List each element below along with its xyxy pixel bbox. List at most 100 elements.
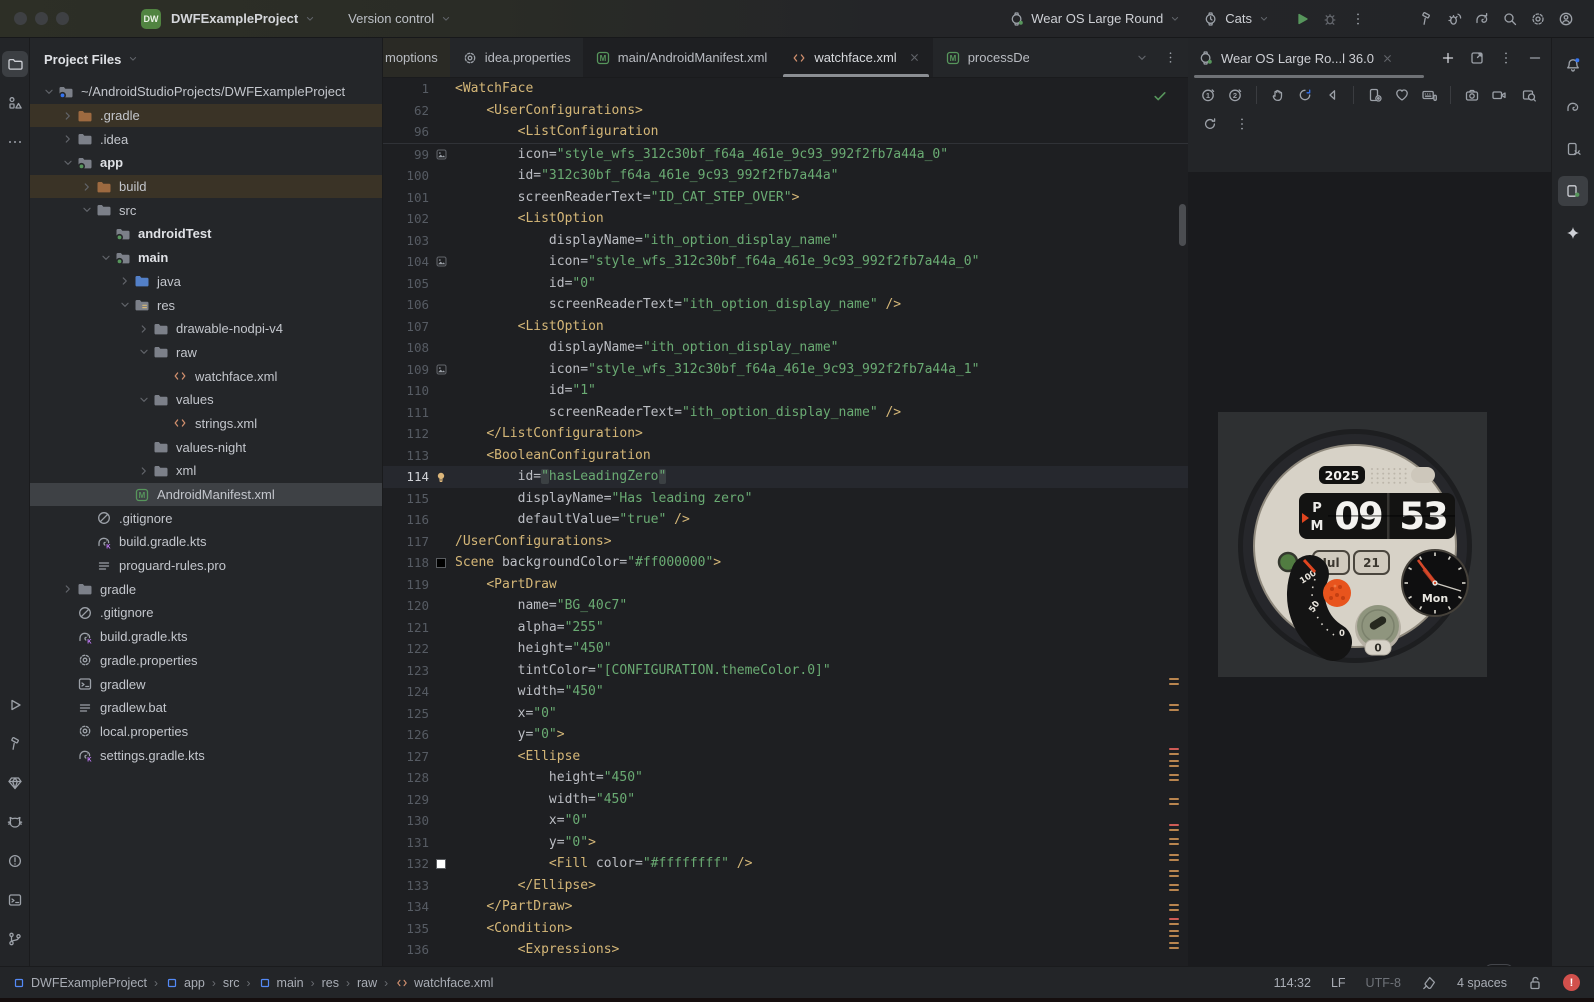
- stripe-mark[interactable]: [1169, 918, 1179, 927]
- breadcrumb-src[interactable]: src: [223, 976, 240, 990]
- device-action-heart[interactable]: [1394, 87, 1410, 103]
- tool-button-run[interactable]: [2, 692, 28, 718]
- tool-button-running-devices[interactable]: [1558, 176, 1588, 206]
- panel-menu-button[interactable]: [1498, 50, 1514, 66]
- device-action-rotate[interactable]: [1297, 87, 1313, 103]
- tool-button-build[interactable]: [2, 731, 28, 757]
- device-action-keyboard[interactable]: [1421, 87, 1437, 103]
- code-line-117[interactable]: 117 /UserConfigurations>: [383, 531, 1188, 553]
- code-line-107[interactable]: 107 <ListOption: [383, 316, 1188, 338]
- code-line-62[interactable]: 62 <UserConfigurations>: [383, 100, 1188, 122]
- stripe-mark[interactable]: [1169, 838, 1179, 847]
- device-action-video[interactable]: [1491, 87, 1507, 103]
- code-line-123[interactable]: 123 tintColor="[CONFIGURATION.themeColor…: [383, 660, 1188, 682]
- caret-position[interactable]: 114:32: [1274, 976, 1311, 990]
- code-line-125[interactable]: 125 x="0": [383, 703, 1188, 725]
- stripe-mark[interactable]: [1169, 760, 1179, 769]
- maximize-window-button[interactable]: [56, 12, 69, 25]
- breadcrumb-watchface.xml[interactable]: watchface.xml: [395, 976, 493, 990]
- tree-item-gradlew[interactable]: gradlew: [30, 672, 382, 696]
- code-line-109[interactable]: 109 icon="style_wfs_312c30bf_f64a_461e_9…: [383, 359, 1188, 381]
- code-line-113[interactable]: 113 <BooleanConfiguration: [383, 445, 1188, 467]
- device-action-restart[interactable]: [1202, 116, 1218, 132]
- tool-button-vcs-branch[interactable]: [2, 926, 28, 952]
- device-action-back[interactable]: [1324, 87, 1340, 103]
- vcs-widget[interactable]: Version control: [348, 11, 452, 26]
- stripe-mark[interactable]: [1169, 904, 1179, 913]
- code-line-116[interactable]: 116 defaultValue="true" />: [383, 509, 1188, 531]
- breadcrumb-res[interactable]: res: [322, 976, 339, 990]
- breadcrumb-DWFExampleProject[interactable]: DWFExampleProject: [12, 976, 147, 990]
- tool-button-device-manager[interactable]: [1558, 134, 1588, 164]
- tool-button-problems[interactable]: [2, 848, 28, 874]
- highlighting-level-icon[interactable]: [1421, 975, 1437, 991]
- tree-item-app[interactable]: app: [30, 151, 382, 175]
- code-line-115[interactable]: 115 displayName="Has leading zero": [383, 488, 1188, 510]
- tree-item-build[interactable]: build: [30, 174, 382, 199]
- breadcrumb-main[interactable]: main: [258, 976, 304, 990]
- device-action-device-settings[interactable]: [1367, 87, 1383, 103]
- code-line-126[interactable]: 126 y="0">: [383, 724, 1188, 746]
- tree-item-local.properties[interactable]: local.properties: [30, 720, 382, 744]
- minimize-window-button[interactable]: [35, 12, 48, 25]
- device-action-kebab[interactable]: [1234, 116, 1250, 132]
- code-line-96[interactable]: 96 <ListConfiguration: [383, 121, 1188, 143]
- run-button[interactable]: [1288, 5, 1316, 33]
- editor-tab-idea.properties[interactable]: idea.properties: [450, 38, 583, 77]
- inspections-ok-icon[interactable]: [1152, 88, 1168, 104]
- run-config-selector[interactable]: Cats: [1203, 11, 1270, 27]
- close-device-tab-icon[interactable]: [1381, 52, 1394, 65]
- tree-item-watchface.xml[interactable]: watchface.xml: [30, 364, 382, 388]
- code-line-1[interactable]: 1 <WatchFace: [383, 78, 1188, 100]
- tool-button-project-folder[interactable]: [1, 51, 28, 77]
- device-action-button2[interactable]: 2: [1227, 87, 1243, 103]
- tool-button-gem[interactable]: [2, 770, 28, 796]
- tree-item-xml[interactable]: xml: [30, 459, 382, 483]
- debug-button[interactable]: [1316, 5, 1344, 33]
- code-line-106[interactable]: 106 screenReaderText="ith_option_display…: [383, 294, 1188, 316]
- tool-button-shapes[interactable]: [2, 90, 28, 116]
- hide-panel-button[interactable]: [1527, 50, 1543, 66]
- editor-tab-main-AndroidManifest.xml[interactable]: Mmain/AndroidManifest.xml: [582, 38, 780, 77]
- code-line-102[interactable]: 102 <ListOption: [383, 208, 1188, 230]
- code-line-118[interactable]: 118 Scene backgroundColor="#ff000000">: [383, 552, 1188, 574]
- profiler-button[interactable]: [1440, 5, 1468, 33]
- tool-button-terminal[interactable]: [2, 887, 28, 913]
- tree-item-settings.gradle.kts[interactable]: K settings.gradle.kts: [30, 743, 382, 767]
- tree-item-.gradle[interactable]: .gradle: [30, 103, 382, 128]
- stripe-mark[interactable]: [1169, 930, 1179, 939]
- tab-options-button[interactable]: [1163, 50, 1178, 65]
- stripe-mark[interactable]: [1169, 942, 1179, 951]
- code-line-120[interactable]: 120 name="BG_40c7": [383, 595, 1188, 617]
- code-line-100[interactable]: 100 id="312c30bf_f64a_461e_9c93_992f2fb7…: [383, 165, 1188, 187]
- tree-item-gradlew.bat[interactable]: gradlew.bat: [30, 696, 382, 720]
- code-line-128[interactable]: 128 height="450": [383, 767, 1188, 789]
- stripe-mark[interactable]: [1169, 704, 1179, 713]
- editor-tab-watchface.xml[interactable]: watchface.xml: [779, 38, 933, 77]
- open-in-window-button[interactable]: [1469, 50, 1485, 66]
- code-line-103[interactable]: 103 displayName="ith_option_display_name…: [383, 230, 1188, 252]
- code-line-133[interactable]: 133 </Ellipse>: [383, 875, 1188, 897]
- tree-item-gradle[interactable]: gradle: [30, 577, 382, 601]
- tree-item-gradle.properties[interactable]: gradle.properties: [30, 649, 382, 673]
- account-button[interactable]: [1552, 5, 1580, 33]
- code-line-127[interactable]: 127 <Ellipse: [383, 746, 1188, 768]
- editor-tab-moptions[interactable]: moptions: [383, 38, 450, 77]
- error-indicator[interactable]: !: [1563, 974, 1580, 991]
- tree-item-raw[interactable]: raw: [30, 341, 382, 365]
- stripe-mark[interactable]: [1169, 854, 1179, 863]
- close-tab-icon[interactable]: [908, 51, 921, 64]
- code-line-131[interactable]: 131 y="0">: [383, 832, 1188, 854]
- add-device-button[interactable]: [1440, 50, 1456, 66]
- breadcrumb-raw[interactable]: raw: [357, 976, 377, 990]
- code-line-108[interactable]: 108 displayName="ith_option_display_name…: [383, 337, 1188, 359]
- code-line-136[interactable]: 136 <Expressions>: [383, 939, 1188, 961]
- code-line-105[interactable]: 105 id="0": [383, 273, 1188, 295]
- stripe-mark[interactable]: [1169, 824, 1179, 833]
- stripe-mark[interactable]: [1169, 748, 1179, 757]
- lock-open-icon[interactable]: [1527, 975, 1543, 991]
- tree-item-.gitignore[interactable]: .gitignore: [30, 506, 382, 530]
- device-tab[interactable]: Wear OS Large Ro...l 36.0: [1198, 50, 1394, 66]
- color-swatch-white[interactable]: [436, 858, 446, 869]
- project-selector[interactable]: DWFExampleProject: [171, 11, 316, 26]
